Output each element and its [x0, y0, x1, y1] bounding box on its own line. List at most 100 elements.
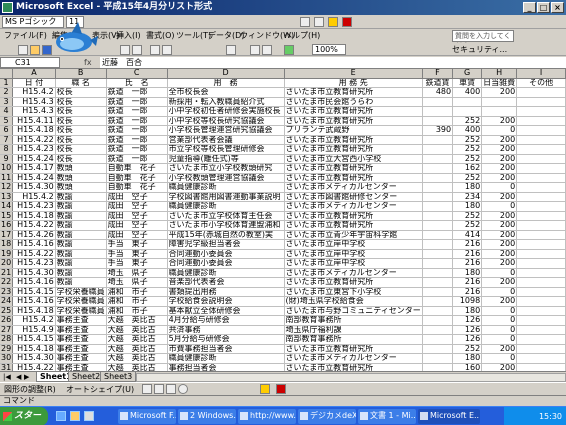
cell[interactable]: H15.4.22: [12, 220, 56, 231]
cell[interactable]: 5月分給与研修会: [167, 334, 285, 345]
cell[interactable]: 180: [452, 306, 483, 317]
draw-adjust-menu[interactable]: 図形の調整(R): [4, 384, 56, 395]
cell[interactable]: H15.4.23: [12, 144, 56, 155]
undo-icon[interactable]: [150, 45, 160, 55]
cell[interactable]: [422, 306, 454, 317]
cell[interactable]: [422, 230, 454, 241]
row-header[interactable]: 1: [0, 78, 14, 89]
cell[interactable]: 0: [481, 306, 518, 317]
cell[interactable]: 180: [452, 182, 483, 193]
cell[interactable]: [422, 325, 454, 336]
cell[interactable]: 200: [481, 249, 518, 260]
cell[interactable]: 252: [452, 220, 483, 231]
cell[interactable]: 0: [481, 334, 518, 345]
cell[interactable]: 小学校教頭管理運営協議会: [167, 173, 285, 184]
cell[interactable]: 鉄道 一郎: [106, 116, 168, 127]
open-icon[interactable]: [30, 45, 40, 55]
cell[interactable]: H15.4.18: [12, 306, 56, 317]
cell[interactable]: 216: [452, 258, 483, 269]
cell[interactable]: 0: [481, 268, 518, 279]
cell[interactable]: さいたま市立岸中学校: [284, 239, 423, 250]
row-header[interactable]: 6: [0, 125, 14, 136]
name-box[interactable]: C31: [0, 57, 60, 68]
cell[interactable]: H15.4.17: [12, 163, 56, 174]
cell[interactable]: 252: [452, 116, 483, 127]
cell[interactable]: 成田 空子: [106, 201, 168, 212]
cell[interactable]: さいたま市立教育研究所: [284, 277, 423, 288]
cell[interactable]: さいたま市立教育研究所: [284, 87, 423, 98]
row-header[interactable]: 13: [0, 192, 14, 203]
cell[interactable]: H15.4.30: [12, 268, 56, 279]
cell[interactable]: 252: [452, 135, 483, 146]
cell[interactable]: さいたま市立教育研究所: [284, 135, 423, 146]
cell[interactable]: 校長: [55, 106, 107, 117]
cell[interactable]: [516, 154, 566, 165]
cell[interactable]: 全市校長会: [167, 87, 285, 98]
cell[interactable]: 教頭: [55, 163, 107, 174]
cell[interactable]: さいたま市立教育研究所: [284, 220, 423, 231]
menu-tools[interactable]: ツール(T): [176, 30, 211, 42]
cell[interactable]: 0: [481, 201, 518, 212]
sort-ascending-icon[interactable]: [250, 45, 260, 55]
task-button-4[interactable]: デジカメdeX...: [298, 409, 356, 424]
cell[interactable]: H15.4.18: [12, 125, 56, 136]
cell[interactable]: さいたま市立教育研究所: [284, 173, 423, 184]
cell[interactable]: さいたま市メディカルセンター: [284, 201, 423, 212]
cell[interactable]: 鉄道 一郎: [106, 135, 168, 146]
cell[interactable]: さいたま市立教育研究所: [284, 344, 423, 355]
cell[interactable]: 234: [452, 192, 483, 203]
cell[interactable]: 小中学校等校長研究協議会: [167, 116, 285, 127]
row-header[interactable]: 2: [0, 87, 14, 98]
fill-color-icon[interactable]: [300, 17, 310, 27]
cell[interactable]: 書類提出用務: [167, 287, 285, 298]
cell[interactable]: [422, 192, 454, 203]
cell[interactable]: 200: [481, 87, 518, 98]
cell[interactable]: 180: [452, 353, 483, 364]
cell[interactable]: 手当 東子: [106, 249, 168, 260]
cell[interactable]: 200: [481, 296, 518, 307]
cell[interactable]: [516, 268, 566, 279]
cell[interactable]: H15.4.15: [12, 287, 56, 298]
select-all-corner[interactable]: [0, 69, 14, 79]
fill-bucket-icon[interactable]: [260, 384, 270, 394]
cell[interactable]: さいたま市立青少年宇宙科学館: [284, 230, 423, 241]
cell[interactable]: 成田 空子: [106, 230, 168, 241]
cell[interactable]: 252: [452, 154, 483, 165]
cell[interactable]: 252: [452, 211, 483, 222]
cell[interactable]: さいたま市メディカルセンター: [284, 353, 423, 364]
cell[interactable]: [516, 334, 566, 345]
cell[interactable]: さいたま市立岸中学校: [284, 249, 423, 260]
header-cell[interactable]: その他: [516, 78, 566, 89]
cell[interactable]: 200: [481, 192, 518, 203]
column-header-c[interactable]: C: [106, 69, 168, 79]
task-button-3[interactable]: http://www....: [238, 409, 296, 424]
cell[interactable]: [516, 239, 566, 250]
cell[interactable]: H15.4.23: [12, 258, 56, 269]
cell[interactable]: 教諭: [55, 258, 107, 269]
cell[interactable]: 校長: [55, 125, 107, 136]
cell[interactable]: [516, 125, 566, 136]
cell[interactable]: H15.4.16: [12, 277, 56, 288]
cell[interactable]: 新採用・転入教職員紹介式: [167, 97, 285, 108]
new-icon[interactable]: [18, 45, 28, 55]
row-header[interactable]: 3: [0, 97, 14, 108]
cell[interactable]: さいたま市立教育研究所: [284, 106, 423, 117]
cell[interactable]: [516, 363, 566, 371]
cell[interactable]: H15.4.30: [12, 353, 56, 364]
cell[interactable]: [516, 249, 566, 260]
cell[interactable]: [422, 277, 454, 288]
cell[interactable]: 校長: [55, 97, 107, 108]
cell[interactable]: 0: [481, 315, 518, 326]
cell[interactable]: 事務主査: [55, 363, 107, 371]
cell[interactable]: [422, 268, 454, 279]
cell[interactable]: 126: [452, 315, 483, 326]
cell[interactable]: [422, 106, 454, 117]
cell[interactable]: 南部教育事務所: [284, 315, 423, 326]
cell[interactable]: H15.4.22: [12, 249, 56, 260]
cell[interactable]: [422, 154, 454, 165]
cell[interactable]: [516, 325, 566, 336]
row-header[interactable]: 26: [0, 315, 14, 326]
cell[interactable]: さいたま市立小学校教頭研究: [167, 163, 285, 174]
cell[interactable]: さいたま市メディカルセンター: [284, 182, 423, 193]
cell[interactable]: 216: [452, 277, 483, 288]
